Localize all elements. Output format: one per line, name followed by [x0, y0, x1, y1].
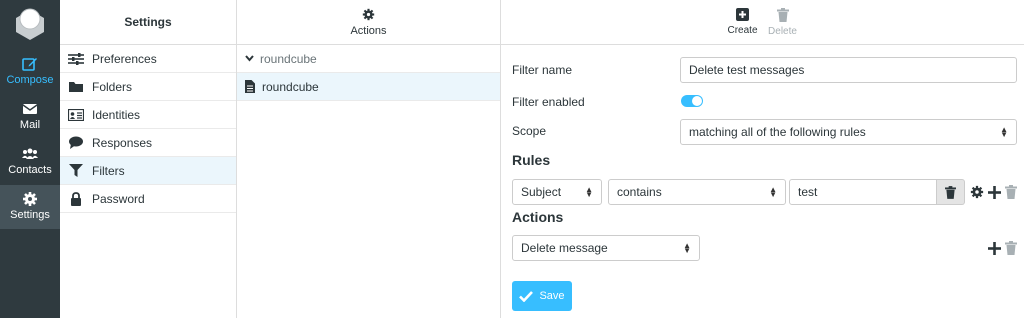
plus-icon: [987, 241, 1001, 255]
create-label: Create: [727, 25, 758, 36]
actions-heading: Actions: [512, 209, 564, 225]
filter-set-group-label: roundcube: [260, 51, 317, 66]
actions-label: Actions: [350, 24, 387, 37]
settings-sidebar: Settings Preferences Folders Identities …: [60, 0, 237, 318]
add-action-button[interactable]: [987, 240, 1001, 256]
settings-item-label: Filters: [92, 163, 125, 178]
filter-edit-panel: Create Delete Filter name Delete test me…: [501, 0, 1024, 318]
nav-mail[interactable]: Mail: [0, 95, 60, 139]
check-icon: [519, 290, 534, 302]
settings-item-label: Preferences: [92, 51, 157, 66]
nav-contacts-label: Contacts: [8, 164, 52, 176]
select-arrows-icon: ▲ ▼: [769, 185, 777, 199]
scope-label: Scope: [512, 124, 547, 138]
settings-item-responses[interactable]: Responses: [60, 129, 236, 157]
plus-icon: [987, 185, 1001, 199]
scope-value: matching all of the following rules: [689, 125, 866, 139]
settings-item-label: Responses: [92, 135, 153, 150]
settings-item-preferences[interactable]: Preferences: [60, 45, 236, 73]
rule-value: test: [798, 185, 818, 199]
sliders-icon: [68, 52, 84, 66]
filter-sets-list: Actions roundcube roundcube: [237, 0, 501, 318]
rule-operator-select[interactable]: contains ▲ ▼: [608, 179, 786, 205]
trash-icon: [1005, 241, 1017, 255]
nav-settings[interactable]: Settings: [0, 185, 60, 229]
nav-compose[interactable]: Compose: [0, 50, 60, 94]
file-icon: [245, 80, 255, 93]
filter-set-item-label: roundcube: [262, 79, 319, 94]
scope-select[interactable]: matching all of the following rules ▲ ▼: [680, 119, 1017, 145]
trash-icon: [1005, 185, 1017, 199]
rule-operator-value: contains: [617, 185, 662, 199]
nav-contacts[interactable]: Contacts: [0, 140, 60, 184]
add-rule-button[interactable]: [987, 184, 1001, 200]
chevron-down-icon[interactable]: [245, 55, 254, 62]
settings-item-folders[interactable]: Folders: [60, 73, 236, 101]
save-button[interactable]: Save: [512, 281, 572, 311]
gear-icon: [23, 192, 37, 206]
filter-enabled-toggle[interactable]: [681, 95, 703, 107]
nav-compose-label: Compose: [6, 74, 54, 86]
rule-header-select[interactable]: Subject ▲ ▼: [512, 179, 602, 205]
mail-icon: [22, 104, 38, 114]
filter-name-value: Delete test messages: [689, 63, 805, 77]
filter-name-input[interactable]: Delete test messages: [680, 57, 1017, 83]
select-arrows-icon: ▲ ▼: [683, 241, 691, 255]
trash-icon: [776, 7, 789, 22]
select-arrows-icon: ▲ ▼: [1000, 125, 1008, 139]
lock-icon: [68, 191, 84, 206]
id-card-icon: [68, 108, 84, 122]
filter-set-item[interactable]: roundcube: [237, 73, 500, 101]
main-nav: Compose Mail Contacts Settings: [0, 0, 60, 318]
folder-icon: [68, 80, 84, 94]
rule-settings-button[interactable]: [970, 184, 984, 200]
action-type-value: Delete message: [521, 241, 608, 255]
delete-rule-button[interactable]: [1004, 184, 1018, 200]
delete-label: Delete: [768, 25, 797, 37]
trash-icon: [945, 185, 956, 199]
settings-item-label: Identities: [92, 107, 141, 122]
contacts-icon: [22, 148, 38, 159]
rules-heading: Rules: [512, 152, 551, 168]
roundcube-logo-icon[interactable]: [10, 4, 50, 44]
settings-item-label: Password: [92, 191, 145, 206]
toolbar: Create Delete: [501, 0, 1024, 45]
create-button[interactable]: Create: [728, 0, 758, 44]
filter-icon: [68, 164, 84, 178]
action-type-select[interactable]: Delete message ▲ ▼: [512, 235, 700, 261]
settings-item-label: Folders: [92, 79, 133, 94]
filter-enabled-label: Filter enabled: [512, 95, 585, 109]
nav-mail-label: Mail: [19, 119, 41, 131]
filter-name-label: Filter name: [512, 63, 573, 77]
settings-item-identities[interactable]: Identities: [60, 101, 236, 129]
rule-value-input[interactable]: test: [789, 179, 937, 205]
gear-icon: [970, 185, 984, 199]
filter-set-group[interactable]: roundcube: [237, 45, 500, 73]
rule-header-value: Subject: [521, 185, 562, 199]
actions-menu-button[interactable]: Actions: [237, 0, 500, 45]
clear-rule-value-button[interactable]: [937, 179, 965, 205]
comment-icon: [68, 136, 84, 150]
settings-title: Settings: [60, 0, 236, 45]
save-label: Save: [539, 290, 565, 302]
compose-icon: [22, 58, 37, 71]
delete-action-button[interactable]: [1004, 240, 1018, 256]
plus-square-icon: [736, 8, 749, 21]
select-arrows-icon: ▲ ▼: [585, 185, 593, 199]
gear-icon: [362, 8, 375, 20]
settings-item-password[interactable]: Password: [60, 185, 236, 213]
delete-button[interactable]: Delete: [768, 0, 798, 44]
nav-settings-label: Settings: [10, 209, 50, 221]
settings-item-filters[interactable]: Filters: [60, 157, 236, 185]
